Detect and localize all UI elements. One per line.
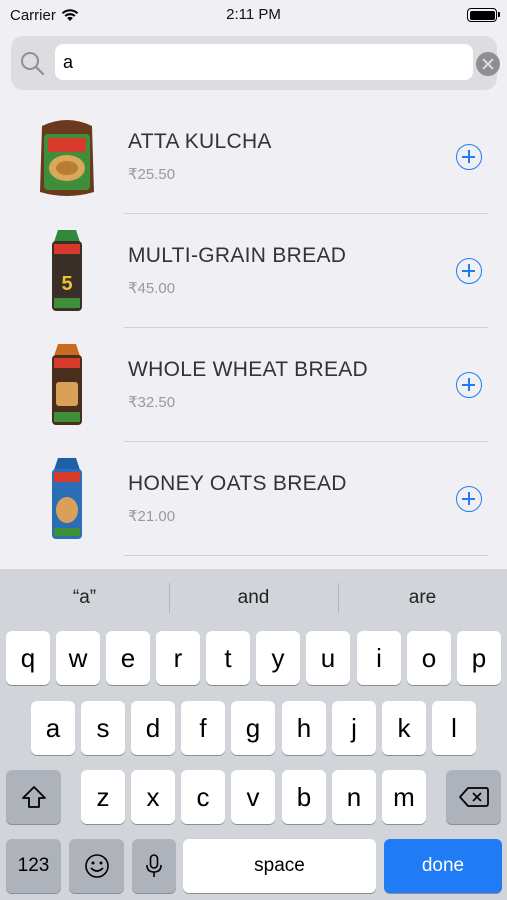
key-j[interactable]: j (332, 701, 376, 755)
key-d[interactable]: d (131, 701, 175, 755)
key-q[interactable]: q (6, 631, 50, 685)
delete-key[interactable] (446, 770, 501, 824)
shift-icon (21, 786, 46, 808)
suggestion-bar: “a” and are (0, 569, 507, 627)
microphone-icon (146, 854, 162, 877)
key-w[interactable]: w (56, 631, 100, 685)
add-to-cart-icon[interactable] (456, 486, 482, 512)
suggestion-item[interactable]: and (169, 569, 338, 627)
product-price: ₹21.00 (128, 508, 176, 525)
emoji-icon (84, 854, 109, 878)
clear-search-button[interactable] (476, 52, 500, 76)
list-item[interactable]: HONEY OATS BREAD ₹21.00 (0, 442, 507, 556)
list-item[interactable]: WHOLE WHEAT BREAD ₹32.50 (0, 328, 507, 442)
suggestion-item[interactable]: are (338, 569, 507, 627)
key-n[interactable]: n (332, 770, 376, 824)
product-name: HONEY OATS BREAD (128, 472, 347, 495)
add-to-cart-icon[interactable] (456, 144, 482, 170)
product-price: ₹25.50 (128, 166, 176, 183)
key-y[interactable]: y (256, 631, 300, 685)
key-u[interactable]: u (306, 631, 350, 685)
shift-key[interactable] (6, 770, 61, 824)
key-t[interactable]: t (206, 631, 250, 685)
product-list: ATTA KULCHA ₹25.50 5 MULTI-GRAIN BREAD ₹… (0, 100, 507, 556)
keyboard: “a” and are q w e r t y u i o p a s d f … (0, 569, 507, 900)
microphone-key[interactable] (132, 839, 176, 893)
whole-wheat-bread-package-image (52, 344, 82, 425)
list-item[interactable]: ATTA KULCHA ₹25.50 (0, 100, 507, 214)
numbers-key[interactable]: 123 (6, 839, 61, 893)
add-to-cart-icon[interactable] (456, 372, 482, 398)
key-c[interactable]: c (181, 770, 225, 824)
backspace-icon (458, 787, 489, 807)
key-r[interactable]: r (156, 631, 200, 685)
svg-text:5: 5 (61, 273, 72, 295)
status-time: 2:11 PM (226, 6, 281, 23)
honey-oats-bread-package-image (52, 458, 82, 539)
product-price: ₹45.00 (128, 280, 176, 297)
space-key[interactable]: space (183, 839, 376, 893)
multi-grain-bread-package-image: 5 (52, 230, 82, 311)
key-x[interactable]: x (131, 770, 175, 824)
add-to-cart-icon[interactable] (456, 258, 482, 284)
product-name: ATTA KULCHA (128, 130, 272, 153)
product-price: ₹32.50 (128, 394, 176, 411)
key-a[interactable]: a (31, 701, 75, 755)
emoji-key[interactable] (69, 839, 124, 893)
key-v[interactable]: v (231, 770, 275, 824)
key-o[interactable]: o (407, 631, 451, 685)
key-s[interactable]: s (81, 701, 125, 755)
divider (124, 555, 488, 556)
key-g[interactable]: g (231, 701, 275, 755)
key-i[interactable]: i (357, 631, 401, 685)
product-name: WHOLE WHEAT BREAD (128, 358, 369, 381)
key-p[interactable]: p (457, 631, 501, 685)
key-k[interactable]: k (382, 701, 426, 755)
search-input[interactable] (55, 44, 473, 80)
key-l[interactable]: l (432, 701, 476, 755)
key-f[interactable]: f (181, 701, 225, 755)
key-h[interactable]: h (282, 701, 326, 755)
key-z[interactable]: z (81, 770, 125, 824)
key-e[interactable]: e (106, 631, 150, 685)
atta-kulcha-package-image (40, 120, 94, 196)
list-item[interactable]: 5 MULTI-GRAIN BREAD ₹45.00 (0, 214, 507, 328)
search-bar (11, 36, 500, 90)
key-m[interactable]: m (382, 770, 426, 824)
done-key[interactable]: done (384, 839, 502, 893)
search-icon (21, 52, 45, 76)
suggestion-item[interactable]: “a” (0, 569, 169, 627)
key-b[interactable]: b (282, 770, 326, 824)
product-name: MULTI-GRAIN BREAD (128, 244, 347, 267)
